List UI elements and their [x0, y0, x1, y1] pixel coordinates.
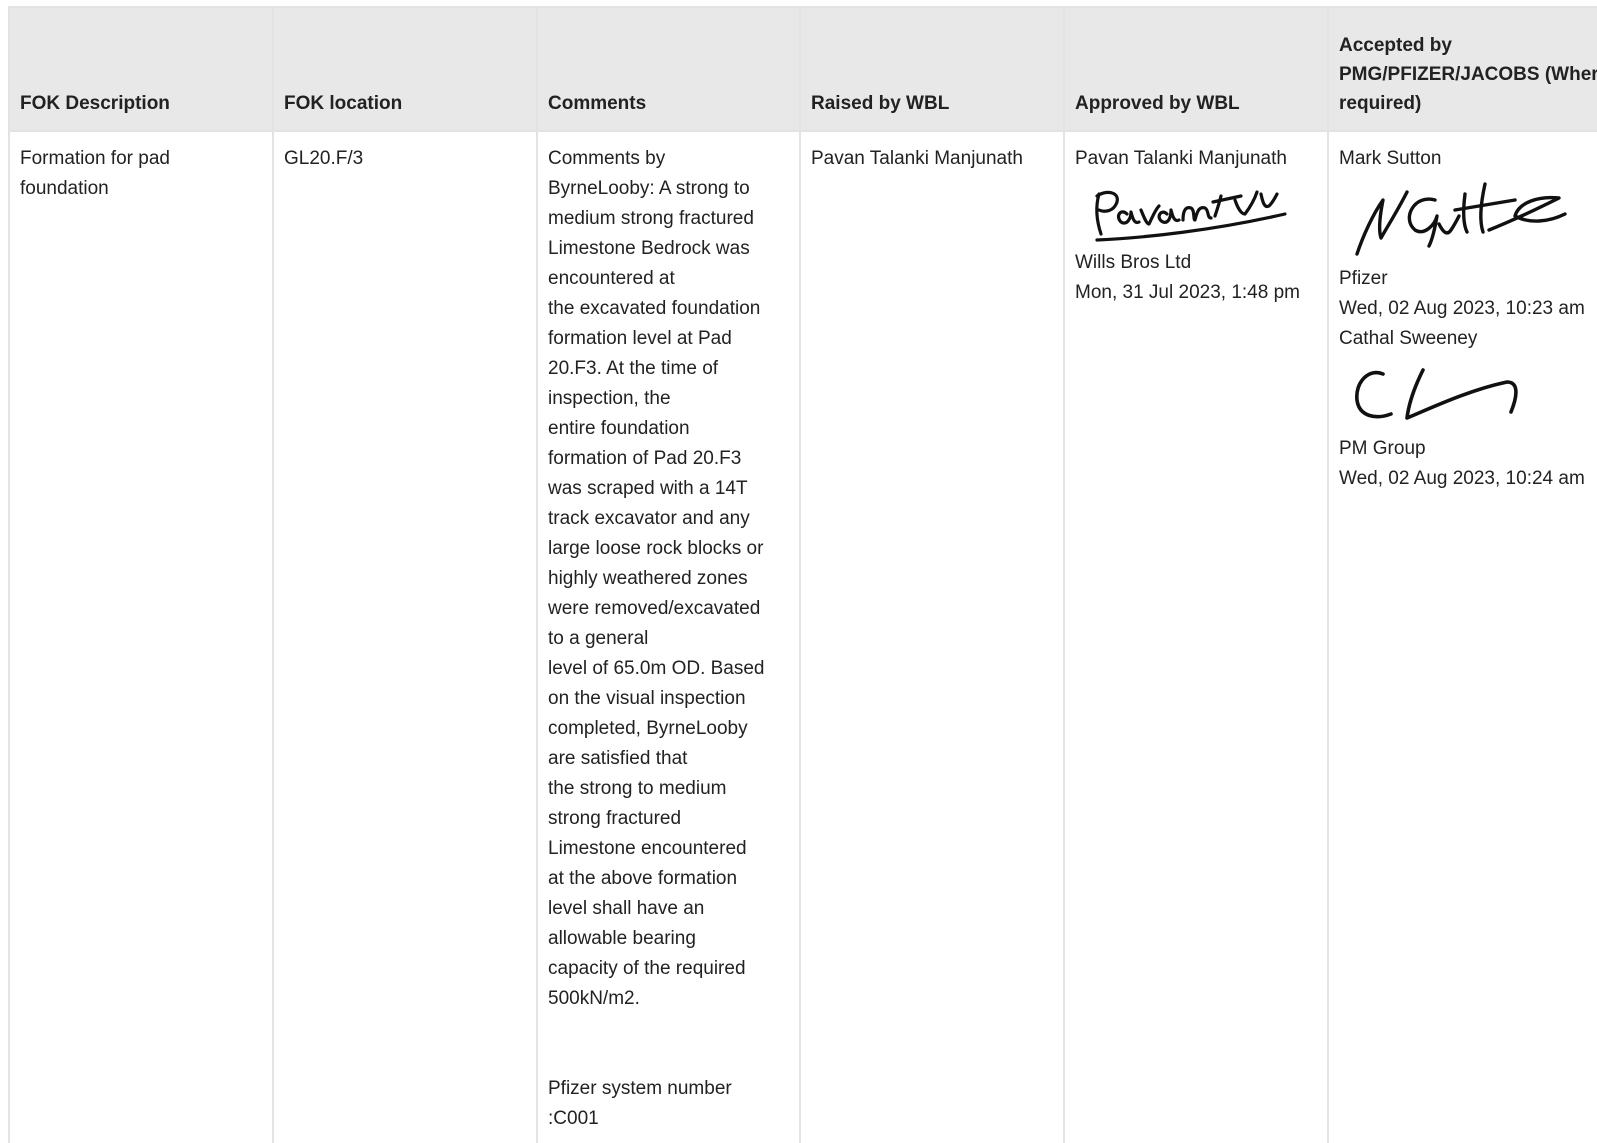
comment-line: formation of Pad 20.F3: [548, 448, 742, 469]
comment-line: large loose rock blocks or: [548, 538, 764, 559]
comment-line: ByrneLooby: A strong to: [548, 178, 750, 199]
table-row: Formation for pad foundation GL20.F/3 Co…: [8, 130, 1597, 1143]
acceptor-company: PM Group: [1339, 438, 1426, 459]
comment-line: Limestone Bedrock was: [548, 238, 750, 259]
acceptor-name: Mark Sutton: [1339, 148, 1442, 169]
approver-name: Pavan Talanki Manjunath: [1075, 148, 1287, 169]
signature-cathal-sweeney: [1355, 368, 1518, 420]
comment-line: Limestone encountered: [548, 838, 747, 859]
comment-line: track excavator and any: [548, 508, 750, 529]
comment-line: on the visual inspection: [548, 688, 746, 709]
comment-line: 20.F3. At the time of: [548, 358, 719, 379]
header-fok-location: FOK location: [272, 6, 538, 132]
approval-date: Mon, 31 Jul 2023, 1:48 pm: [1075, 282, 1300, 303]
fok-table: FOK Description FOK location Comments Ra…: [8, 6, 1597, 1143]
system-number-label: Pfizer system number: [548, 1078, 732, 1099]
comment-line: completed, ByrneLooby: [548, 718, 748, 739]
signature-pavan: [1095, 190, 1287, 242]
header-raised-by: Raised by WBL: [799, 6, 1065, 132]
comment-line: medium strong fractured: [548, 208, 754, 229]
comments-text: Comments by ByrneLooby: A strong to medi…: [548, 144, 789, 1014]
comment-line: 500kN/m2.: [548, 988, 640, 1009]
comment-line: level shall have an: [548, 898, 705, 919]
comment-line: were removed/excavated: [548, 598, 761, 619]
header-row: FOK Description FOK location Comments Ra…: [8, 6, 1597, 132]
cell-accepted-by: Mark Sutton Pfizer Wed, 02 Aug 2023, 10:…: [1327, 130, 1597, 1143]
comment-line: capacity of the required: [548, 958, 746, 979]
comment-line: are satisfied that: [548, 748, 688, 769]
acceptance-date: Wed, 02 Aug 2023, 10:24 am: [1339, 468, 1585, 489]
comment-line: the strong to medium: [548, 778, 727, 799]
comment-line: at the above formation: [548, 868, 738, 889]
comment-line: Comments by: [548, 148, 666, 169]
comment-line: highly weathered zones: [548, 568, 748, 589]
comment-line: inspection, the: [548, 388, 671, 409]
comment-line: level of 65.0m OD. Based: [548, 658, 765, 679]
cell-fok-location: GL20.F/3: [272, 130, 538, 1143]
approver-company: Wills Bros Ltd: [1075, 252, 1192, 273]
fok-document: FOK Description FOK location Comments Ra…: [0, 0, 1597, 1143]
header-approved-by: Approved by WBL: [1063, 6, 1329, 132]
comment-line: to a general: [548, 628, 649, 649]
comment-line: entire foundation: [548, 418, 690, 439]
comment-line: was scraped with a 14T: [548, 478, 748, 499]
header-fok-description: FOK Description: [8, 6, 274, 132]
system-number: Pfizer system number :C001: [548, 1074, 789, 1134]
system-number-value: :C001: [548, 1108, 599, 1129]
acceptance-date: Wed, 02 Aug 2023, 10:23 am: [1339, 298, 1585, 319]
comment-line: allowable bearing: [548, 928, 696, 949]
header-accepted-by: Accepted by PMG/PFIZER/JACOBS (Where req…: [1327, 6, 1597, 132]
acceptor-name: Cathal Sweeney: [1339, 328, 1478, 349]
comment-line: the excavated foundation: [548, 298, 761, 319]
cell-comments: Comments by ByrneLooby: A strong to medi…: [536, 130, 801, 1143]
acceptor-company: Pfizer: [1339, 268, 1388, 289]
comment-line: strong fractured: [548, 808, 682, 829]
cell-raised-by: Pavan Talanki Manjunath: [799, 130, 1065, 1143]
comment-line: formation level at Pad: [548, 328, 732, 349]
cell-approved-by: Pavan Talanki Manjunath Wills Bros Ltd M…: [1063, 130, 1329, 1143]
comment-line: encountered at: [548, 268, 675, 289]
signature-mark-sutton: [1355, 182, 1567, 256]
header-comments: Comments: [536, 6, 801, 132]
cell-fok-description: Formation for pad foundation: [8, 130, 274, 1143]
